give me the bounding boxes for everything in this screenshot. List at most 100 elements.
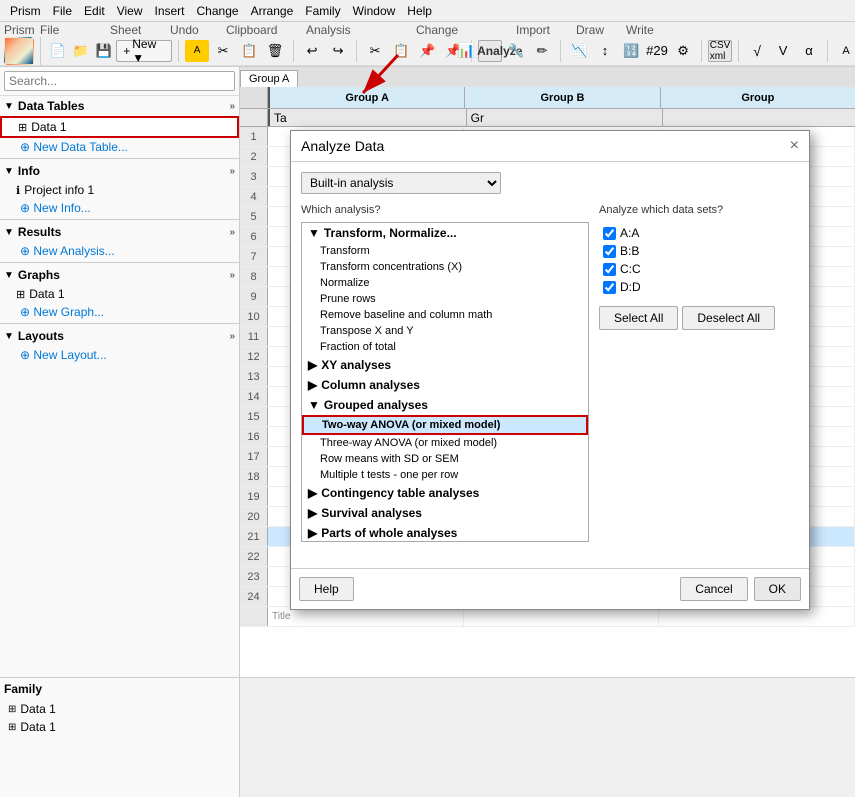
draw-btn3[interactable]: α — [797, 40, 821, 62]
sub-transpose[interactable]: Transpose X and Y — [302, 323, 588, 339]
info-more[interactable]: » — [229, 166, 235, 177]
menu-help[interactable]: Help — [401, 2, 438, 20]
results-more[interactable]: » — [229, 227, 235, 238]
analysis-btn3[interactable]: ✏ — [530, 40, 554, 62]
deselect-all-button[interactable]: Deselect All — [682, 306, 775, 330]
graphs-header[interactable]: ▼ Graphs » — [0, 265, 239, 285]
row-number-9: 9 — [240, 287, 268, 306]
sub-threeway-anova[interactable]: Three-way ANOVA (or mixed model) — [302, 435, 588, 451]
checkbox-dd[interactable] — [603, 281, 616, 294]
menu-view[interactable]: View — [111, 2, 149, 20]
draw-btn1[interactable]: √ — [745, 40, 769, 62]
category-parts[interactable]: ▶ Parts of whole analyses — [302, 523, 588, 542]
menu-family[interactable]: Family — [299, 2, 346, 20]
category-grouped[interactable]: ▼ Grouped analyses — [302, 395, 588, 415]
bottom-item-data1-second[interactable]: ⊞ Data 1 — [4, 718, 235, 736]
results-header[interactable]: ▼ Results » — [0, 222, 239, 242]
row-number-4: 4 — [240, 187, 268, 206]
info-header[interactable]: ▼ Info » — [0, 161, 239, 181]
bottom-item-data1-first[interactable]: ⊞ Data 1 — [4, 700, 235, 718]
modal-close-button[interactable]: × — [790, 137, 799, 155]
menu-insert[interactable]: Insert — [149, 2, 191, 20]
save-btn[interactable]: 💾 — [93, 40, 114, 62]
sheet-btn1[interactable]: A — [185, 40, 209, 62]
project-info-label: Project info 1 — [24, 183, 94, 197]
sub-prune[interactable]: Prune rows — [302, 291, 588, 307]
sheet-btn4[interactable]: 🗑 — [263, 40, 287, 62]
cancel-button[interactable]: Cancel — [680, 577, 747, 601]
import-btn[interactable]: CSVxml — [708, 40, 732, 62]
data-tables-header[interactable]: ▼ Data Tables » — [0, 96, 239, 116]
add-layout-link[interactable]: ⊕ New Layout... — [0, 346, 239, 364]
menu-arrange[interactable]: Arrange — [245, 2, 300, 20]
dataset-dd: D:D — [599, 278, 799, 296]
change-btn1[interactable]: 📉 — [567, 40, 591, 62]
redo-btn[interactable]: ↪ — [326, 40, 350, 62]
write-btn1[interactable]: A — [834, 40, 855, 62]
category-xy[interactable]: ▶ XY analyses — [302, 355, 588, 375]
menu-file[interactable]: File — [47, 2, 78, 20]
menu-edit[interactable]: Edit — [78, 2, 111, 20]
change-btn5[interactable]: ⚙ — [671, 40, 695, 62]
sub-multiple-t[interactable]: Multiple t tests - one per row — [302, 467, 588, 483]
toolbar-title-draw: Draw — [576, 23, 626, 35]
help-button[interactable]: Help — [299, 577, 354, 601]
sidebar-item-graph-data1[interactable]: ⊞ Data 1 — [0, 285, 239, 303]
cut-btn[interactable]: ✂ — [363, 40, 387, 62]
layouts-header[interactable]: ▼ Layouts » — [0, 326, 239, 346]
paste-btn[interactable]: 📌 — [415, 40, 439, 62]
sub-transform-conc[interactable]: Transform concentrations (X) — [302, 259, 588, 275]
new-btn[interactable]: 📄 — [47, 40, 68, 62]
label-dd: D:D — [620, 280, 641, 294]
prism-logo-btn[interactable] — [4, 37, 34, 65]
category-column[interactable]: ▶ Column analyses — [302, 375, 588, 395]
menu-window[interactable]: Window — [347, 2, 402, 20]
sub-normalize[interactable]: Normalize — [302, 275, 588, 291]
expand-arrow-data-tables: ▼ — [4, 101, 14, 112]
row-number-19: 19 — [240, 487, 268, 506]
add-info-link[interactable]: ⊕ New Info... — [0, 199, 239, 217]
row-number-13: 13 — [240, 367, 268, 386]
sidebar-item-project-info[interactable]: ℹ Project info 1 — [0, 181, 239, 199]
ok-button[interactable]: OK — [754, 577, 801, 601]
menu-prism[interactable]: Prism — [4, 2, 47, 20]
sub-twoway-anova[interactable]: Two-way ANOVA (or mixed model) — [302, 415, 588, 435]
data-tables-more[interactable]: » — [229, 101, 235, 112]
open-btn[interactable]: 📁 — [70, 40, 91, 62]
sub-transform[interactable]: Transform — [302, 243, 588, 259]
analyze-button[interactable]: 📊 Analyze — [478, 40, 502, 62]
undo-btn[interactable]: ↩ — [300, 40, 324, 62]
category-transform[interactable]: ▼ Transform, Normalize... — [302, 223, 588, 243]
sub-row-means[interactable]: Row means with SD or SEM — [302, 451, 588, 467]
select-all-button[interactable]: Select All — [599, 306, 678, 330]
checkbox-cc[interactable] — [603, 263, 616, 276]
checkbox-bb[interactable] — [603, 245, 616, 258]
analysis-type-dropdown[interactable]: Built-in analysis — [301, 172, 501, 194]
change-btn3[interactable]: 🔢 — [619, 40, 643, 62]
layouts-more[interactable]: » — [229, 331, 235, 342]
menu-change[interactable]: Change — [191, 2, 245, 20]
change-btn2[interactable]: ↕ — [593, 40, 617, 62]
row-number-24: 24 — [240, 587, 268, 606]
sidebar-item-data1[interactable]: ⊞ Data 1 — [0, 116, 239, 138]
analysis-btn2[interactable]: 🔧 — [504, 40, 528, 62]
analyze-data-modal: Analyze Data × Built-in analysis Which a… — [290, 130, 810, 610]
copy-btn[interactable]: 📋 — [389, 40, 413, 62]
sheet-btn3[interactable]: 📋 — [237, 40, 261, 62]
sub-fraction[interactable]: Fraction of total — [302, 339, 588, 355]
add-data-table-link[interactable]: ⊕ New Data Table... — [0, 138, 239, 156]
sheet-btn2[interactable]: ✂ — [211, 40, 235, 62]
category-survival[interactable]: ▶ Survival analyses — [302, 503, 588, 523]
add-analysis-link[interactable]: ⊕ New Analysis... — [0, 242, 239, 260]
tab-group-a[interactable]: Group A — [240, 70, 298, 87]
new-wide-btn[interactable]: + New ▼ — [116, 40, 172, 62]
category-contingency[interactable]: ▶ Contingency table analyses — [302, 483, 588, 503]
add-graph-link[interactable]: ⊕ New Graph... — [0, 303, 239, 321]
checkbox-aa[interactable] — [603, 227, 616, 240]
sub-remove-baseline[interactable]: Remove baseline and column math — [302, 307, 588, 323]
graphs-more[interactable]: » — [229, 270, 235, 281]
add-layout-label: New Layout... — [33, 348, 106, 362]
change-btn4[interactable]: #29 — [645, 40, 669, 62]
search-input[interactable] — [4, 71, 235, 91]
draw-btn2[interactable]: V — [771, 40, 795, 62]
